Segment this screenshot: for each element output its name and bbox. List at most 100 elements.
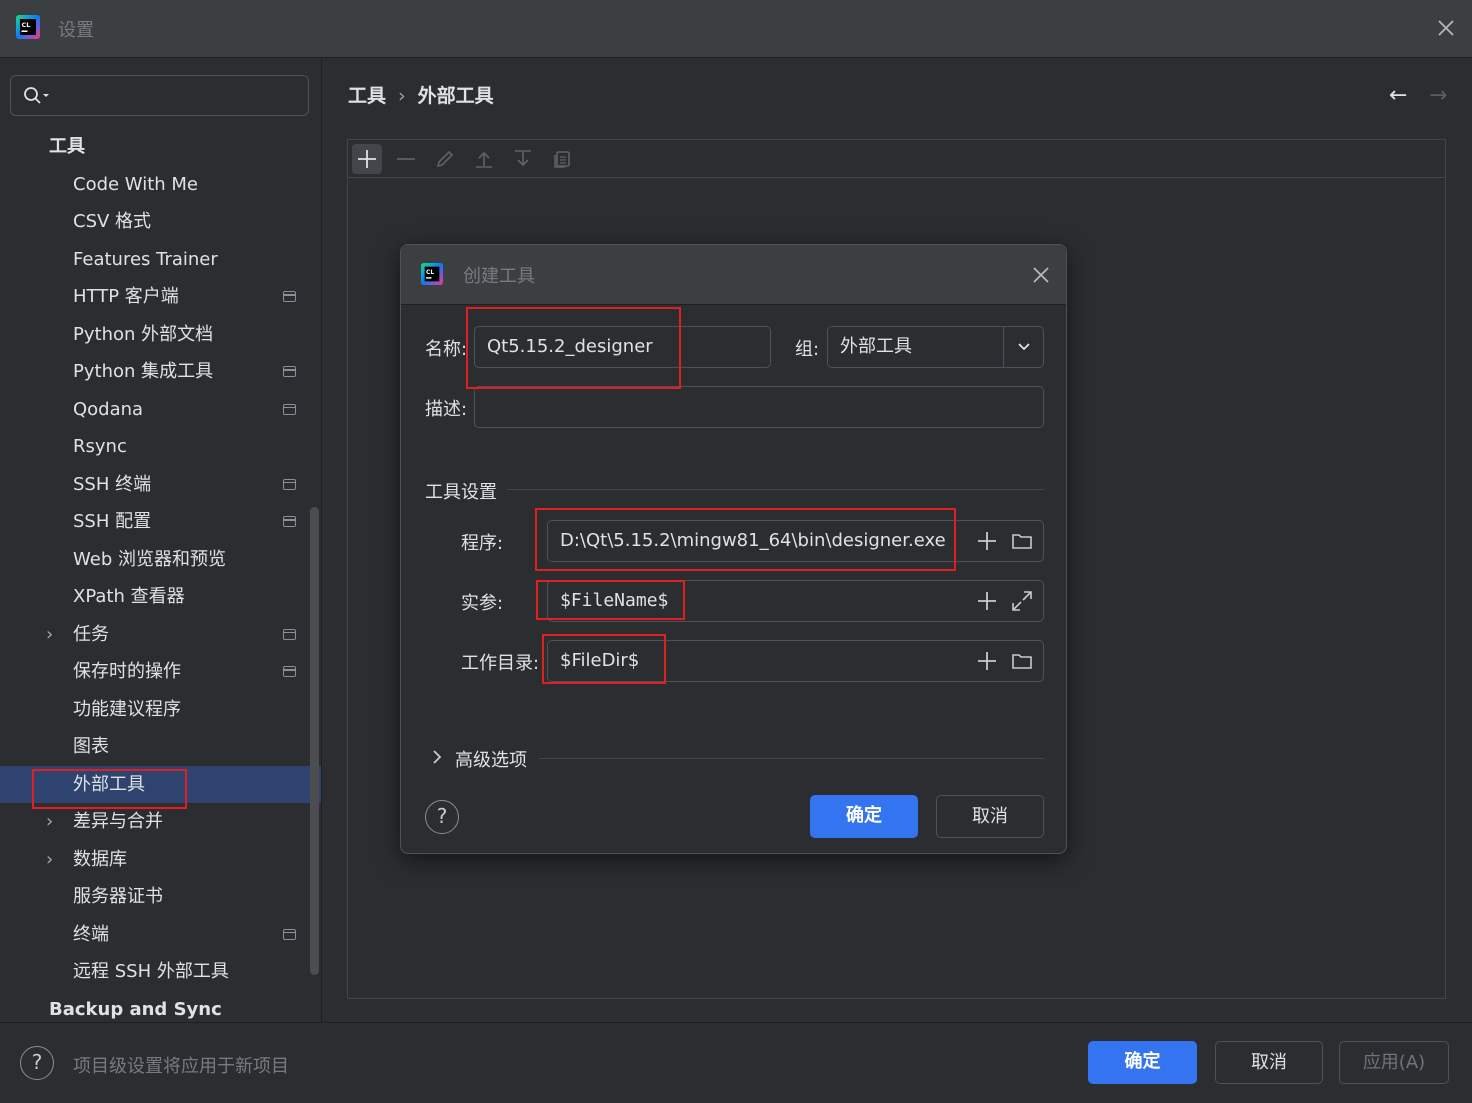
sidebar-item[interactable]: Features Trainer bbox=[0, 241, 321, 278]
arguments-label: 实参: bbox=[461, 593, 504, 614]
sidebar-item[interactable]: 远程 SSH 外部工具 bbox=[0, 953, 321, 990]
sidebar-item[interactable]: XPath 查看器 bbox=[0, 578, 321, 615]
sidebar-item-label: Python 集成工具 bbox=[73, 361, 214, 382]
chevron-right-icon[interactable] bbox=[431, 749, 443, 765]
copy-icon bbox=[554, 151, 570, 168]
forward-arrow-icon[interactable]: → bbox=[1429, 83, 1447, 108]
dialog-cancel-button[interactable]: 取消 bbox=[936, 795, 1044, 838]
sidebar-item-label: 数据库 bbox=[73, 848, 127, 870]
expand-icon[interactable] bbox=[1011, 590, 1033, 612]
create-tool-dialog: CL 创建工具 名称: Qt5.15.2_designer 组: 外部工具 描述… bbox=[400, 244, 1067, 854]
sidebar-item-label: 外部工具 bbox=[73, 773, 145, 795]
svg-text:CL: CL bbox=[22, 21, 31, 29]
remove-button[interactable] bbox=[391, 144, 421, 174]
group-select-value: 外部工具 bbox=[840, 336, 912, 357]
sidebar-item-label: Rsync bbox=[73, 436, 127, 457]
chevron-right-icon[interactable]: › bbox=[46, 616, 53, 653]
search-input[interactable] bbox=[10, 75, 309, 116]
sidebar-item[interactable]: CSV 格式 bbox=[0, 203, 321, 240]
move-up-button[interactable] bbox=[469, 144, 499, 174]
tools-toolbar bbox=[348, 140, 1445, 178]
sidebar-item-label: XPath 查看器 bbox=[73, 586, 185, 607]
advanced-options-toggle[interactable]: 高级选项 bbox=[455, 746, 527, 772]
group-dropdown-toggle[interactable] bbox=[1003, 327, 1043, 367]
project-scope-icon bbox=[283, 666, 296, 677]
arguments-field[interactable]: $FileName$ bbox=[547, 580, 1044, 622]
program-label: 程序: bbox=[461, 533, 504, 554]
tool-settings-title: 工具设置 bbox=[425, 482, 497, 503]
help-button[interactable]: ? bbox=[20, 1046, 54, 1080]
project-scope-icon bbox=[283, 478, 296, 490]
sidebar-item[interactable]: 终端 bbox=[0, 916, 321, 953]
project-scope-icon bbox=[283, 928, 296, 940]
sidebar-item-label: Backup and Sync bbox=[49, 998, 222, 1020]
insert-macro-icon[interactable] bbox=[977, 651, 997, 671]
sidebar-item[interactable]: 外部工具 bbox=[0, 765, 321, 803]
sidebar-item-label: 功能建议程序 bbox=[73, 698, 181, 720]
sidebar-item-label: 工具 bbox=[49, 136, 85, 157]
description-field[interactable] bbox=[474, 386, 1044, 428]
name-field[interactable]: Qt5.15.2_designer bbox=[474, 326, 771, 368]
sidebar-item[interactable]: Backup and Sync bbox=[0, 991, 321, 1023]
sidebar-item-label: 服务器证书 bbox=[73, 886, 163, 907]
sidebar-item[interactable]: 功能建议程序 bbox=[0, 691, 321, 728]
insert-macro-icon[interactable] bbox=[977, 591, 997, 611]
sidebar-item[interactable]: › 任务 bbox=[0, 616, 321, 653]
cancel-button[interactable]: 取消 bbox=[1215, 1041, 1323, 1084]
footer-hint: 项目级设置将应用于新项目 bbox=[73, 1056, 289, 1077]
sidebar-item[interactable]: Python 集成工具 bbox=[0, 353, 321, 390]
program-field[interactable]: D:\Qt\5.15.2\mingw81_64\bin\designer.exe bbox=[547, 520, 1044, 562]
sidebar-item[interactable]: HTTP 客户端 bbox=[0, 278, 321, 315]
dialog-ok-button[interactable]: 确定 bbox=[810, 795, 918, 838]
sidebar-item[interactable]: › 数据库 bbox=[0, 841, 321, 878]
sidebar-item[interactable]: 保存时的操作 bbox=[0, 653, 321, 690]
sidebar-item[interactable]: 服务器证书 bbox=[0, 878, 321, 915]
edit-button[interactable] bbox=[430, 144, 460, 174]
clion-logo-icon: CL bbox=[421, 263, 443, 285]
sidebar-item[interactable]: 图表 bbox=[0, 728, 321, 765]
breadcrumb-separator: › bbox=[398, 85, 406, 107]
copy-button[interactable] bbox=[547, 144, 577, 174]
working-dir-field[interactable]: $FileDir$ bbox=[547, 640, 1044, 682]
project-scope-icon bbox=[283, 516, 296, 527]
dialog-titlebar: CL 创建工具 bbox=[401, 245, 1066, 305]
sidebar-item[interactable]: Python 外部文档 bbox=[0, 316, 321, 353]
clion-logo-icon: CL bbox=[16, 15, 40, 39]
sidebar-item-label: Code With Me bbox=[73, 173, 198, 195]
sidebar-item[interactable]: Code With Me bbox=[0, 166, 321, 203]
sidebar-item[interactable]: › 差异与合并 bbox=[0, 803, 321, 840]
insert-macro-icon[interactable] bbox=[977, 531, 997, 551]
sidebar-item-label: 任务 bbox=[73, 623, 109, 645]
svg-text:CL: CL bbox=[426, 269, 434, 276]
sidebar-item[interactable]: Qodana bbox=[0, 391, 321, 428]
group-select[interactable]: 外部工具 bbox=[827, 326, 1044, 368]
sidebar-item[interactable]: 工具 bbox=[0, 128, 321, 165]
sidebar-item[interactable]: SSH 终端 bbox=[0, 466, 321, 503]
sidebar-item[interactable]: Rsync bbox=[0, 428, 321, 465]
chevron-right-icon[interactable]: › bbox=[46, 803, 53, 840]
sidebar-item[interactable]: SSH 配置 bbox=[0, 503, 321, 540]
add-button[interactable] bbox=[352, 144, 382, 174]
help-button[interactable]: ? bbox=[425, 800, 459, 834]
sidebar-item[interactable]: Web 浏览器和预览 bbox=[0, 541, 321, 578]
sidebar-scrollbar[interactable] bbox=[310, 507, 319, 975]
apply-button[interactable]: 应用(A) bbox=[1339, 1041, 1449, 1084]
chevron-right-icon[interactable]: › bbox=[46, 841, 53, 878]
close-icon[interactable] bbox=[1031, 265, 1051, 285]
back-arrow-icon[interactable]: ← bbox=[1389, 83, 1407, 108]
folder-icon[interactable] bbox=[1011, 651, 1033, 671]
search-icon bbox=[24, 87, 49, 104]
sidebar-item-label: 差异与合并 bbox=[73, 811, 163, 832]
section-divider bbox=[507, 489, 1044, 490]
sidebar-item-label: SSH 配置 bbox=[73, 511, 152, 532]
close-icon[interactable] bbox=[1434, 16, 1458, 40]
ok-button[interactable]: 确定 bbox=[1088, 1041, 1197, 1084]
project-scope-icon bbox=[283, 291, 296, 302]
sidebar-item-label: 终端 bbox=[73, 923, 109, 945]
move-down-button[interactable] bbox=[508, 144, 538, 174]
folder-icon[interactable] bbox=[1011, 531, 1033, 551]
section-divider bbox=[539, 758, 1044, 759]
breadcrumb-parent[interactable]: 工具 bbox=[348, 81, 386, 108]
breadcrumb-current: 外部工具 bbox=[417, 85, 494, 107]
pencil-icon bbox=[436, 150, 454, 168]
